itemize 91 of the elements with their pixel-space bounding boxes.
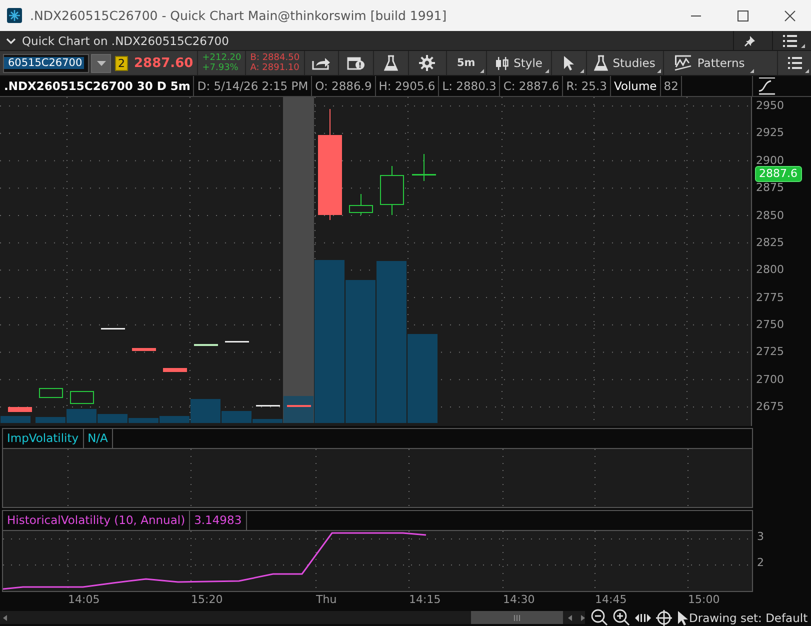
axis-label: 2850 <box>756 208 784 224</box>
axis-label: 2825 <box>756 234 784 251</box>
menu-button[interactable] <box>777 51 811 76</box>
axis-label: 2775 <box>756 290 784 306</box>
candle <box>132 348 156 352</box>
symbol-field[interactable]: 60515C26700 <box>3 54 89 73</box>
study-name: ImpVolatility <box>3 429 84 448</box>
zoom-in-icon[interactable] <box>613 609 630 626</box>
cursor-button[interactable] <box>550 51 586 76</box>
candle <box>380 166 404 216</box>
scroll-thumb[interactable] <box>470 611 563 624</box>
axis-label: 2950 <box>756 98 784 114</box>
cursor-icon[interactable] <box>677 610 689 626</box>
axis-label: 2675 <box>756 399 784 416</box>
panel-title: Quick Chart on .NDX260515C26700 <box>22 34 230 48</box>
interval-button[interactable]: 5m <box>446 51 486 76</box>
candle <box>8 407 32 412</box>
axis-label: 14:15 <box>409 593 441 606</box>
ask-price: A: 2891.10 <box>250 63 300 74</box>
axis-label: 2900 <box>756 152 784 168</box>
cursor-icon <box>562 55 575 72</box>
dropdown-button[interactable] <box>91 54 111 73</box>
menu-icon <box>783 34 797 47</box>
candle <box>163 368 187 372</box>
info-cell: H: 2905.6 <box>376 76 440 96</box>
net-change: +212.20 <box>202 53 242 64</box>
info-cell: R: 25.3 <box>563 76 611 96</box>
crosshair-icon[interactable] <box>656 610 672 626</box>
arrow-right-icon[interactable] <box>581 614 585 620</box>
style-button[interactable]: Style <box>486 51 551 76</box>
axis-label: 14:45 <box>595 593 627 606</box>
caret-icon <box>96 60 106 66</box>
candle <box>39 388 63 398</box>
axis-label: 2725 <box>756 344 784 360</box>
axis-label: Thu <box>316 593 337 606</box>
flask-icon <box>384 55 398 72</box>
flask-icon <box>594 55 608 72</box>
axis-label: 14:30 <box>503 593 535 606</box>
menu-button[interactable] <box>772 31 807 50</box>
link-badge[interactable]: 2 <box>115 56 128 71</box>
pin-icon <box>744 34 756 47</box>
candle <box>194 344 218 346</box>
menu-icon <box>788 57 802 70</box>
pattern-chart-icon <box>674 55 692 72</box>
candle <box>70 391 94 404</box>
scrollbar[interactable] <box>0 611 585 624</box>
axis-label: 2700 <box>756 372 784 388</box>
axis-label: 14:05 <box>68 593 100 606</box>
drawing-set-label[interactable]: Drawing set: Default <box>689 610 811 624</box>
alert-icon <box>346 56 365 71</box>
app-logo-icon <box>7 8 22 24</box>
axis-label: 2750 <box>756 316 784 333</box>
chevron-icon[interactable] <box>6 36 16 46</box>
studies-button[interactable]: Studies <box>586 51 663 76</box>
info-cell: D: 5/14/26 2:15 PM <box>194 76 312 96</box>
volume-bar <box>0 416 30 424</box>
bid-price: B: 2884.50 <box>250 53 300 64</box>
candle <box>412 154 436 182</box>
info-cell: L: 2880.3 <box>439 76 500 96</box>
info-cell: O: 2886.9 <box>312 76 376 96</box>
zoom-out-icon[interactable] <box>591 609 608 626</box>
arrow-left-icon[interactable] <box>3 614 7 620</box>
window-title: .NDX260515C26700 - Quick Chart Main@thinkorswim [build 1991] <box>30 8 448 24</box>
pan-icon[interactable] <box>635 612 651 622</box>
patterns-button[interactable]: Patterns <box>662 51 756 76</box>
arrow-left-icon[interactable] <box>568 614 572 620</box>
maximize-icon[interactable] <box>737 10 749 22</box>
info-cell: Volume <box>610 76 661 96</box>
scale-icon[interactable] <box>758 77 776 96</box>
candle <box>287 405 311 408</box>
study-value: N/A <box>84 429 113 448</box>
axis-label: 15:00 <box>688 593 720 606</box>
grip-icon <box>514 614 520 620</box>
info-cell: .NDX260515C26700 30 D 5m <box>0 76 194 96</box>
study-value: 3.14983 <box>190 511 247 530</box>
last-price: 2887.60 <box>134 54 194 72</box>
info-cell: C: 2887.6 <box>500 76 564 96</box>
last-price-badge: 2887.6 <box>755 166 802 182</box>
candlestick-icon <box>494 56 509 71</box>
candle <box>349 194 373 216</box>
axis-label: 2875 <box>756 180 784 196</box>
study-name: HistoricalVolatility (10, Annual) <box>3 511 190 530</box>
close-icon[interactable] <box>784 10 796 22</box>
axis-label: 2800 <box>756 262 784 278</box>
axis-label: 15:20 <box>191 593 223 606</box>
info-cell: 82 <box>660 76 682 96</box>
axis-label: 3 <box>757 530 764 544</box>
share-icon <box>312 56 330 70</box>
percent-change: +7.93% <box>202 63 240 74</box>
axis-label: 2 <box>757 556 764 570</box>
axis-label: 2925 <box>756 125 784 142</box>
